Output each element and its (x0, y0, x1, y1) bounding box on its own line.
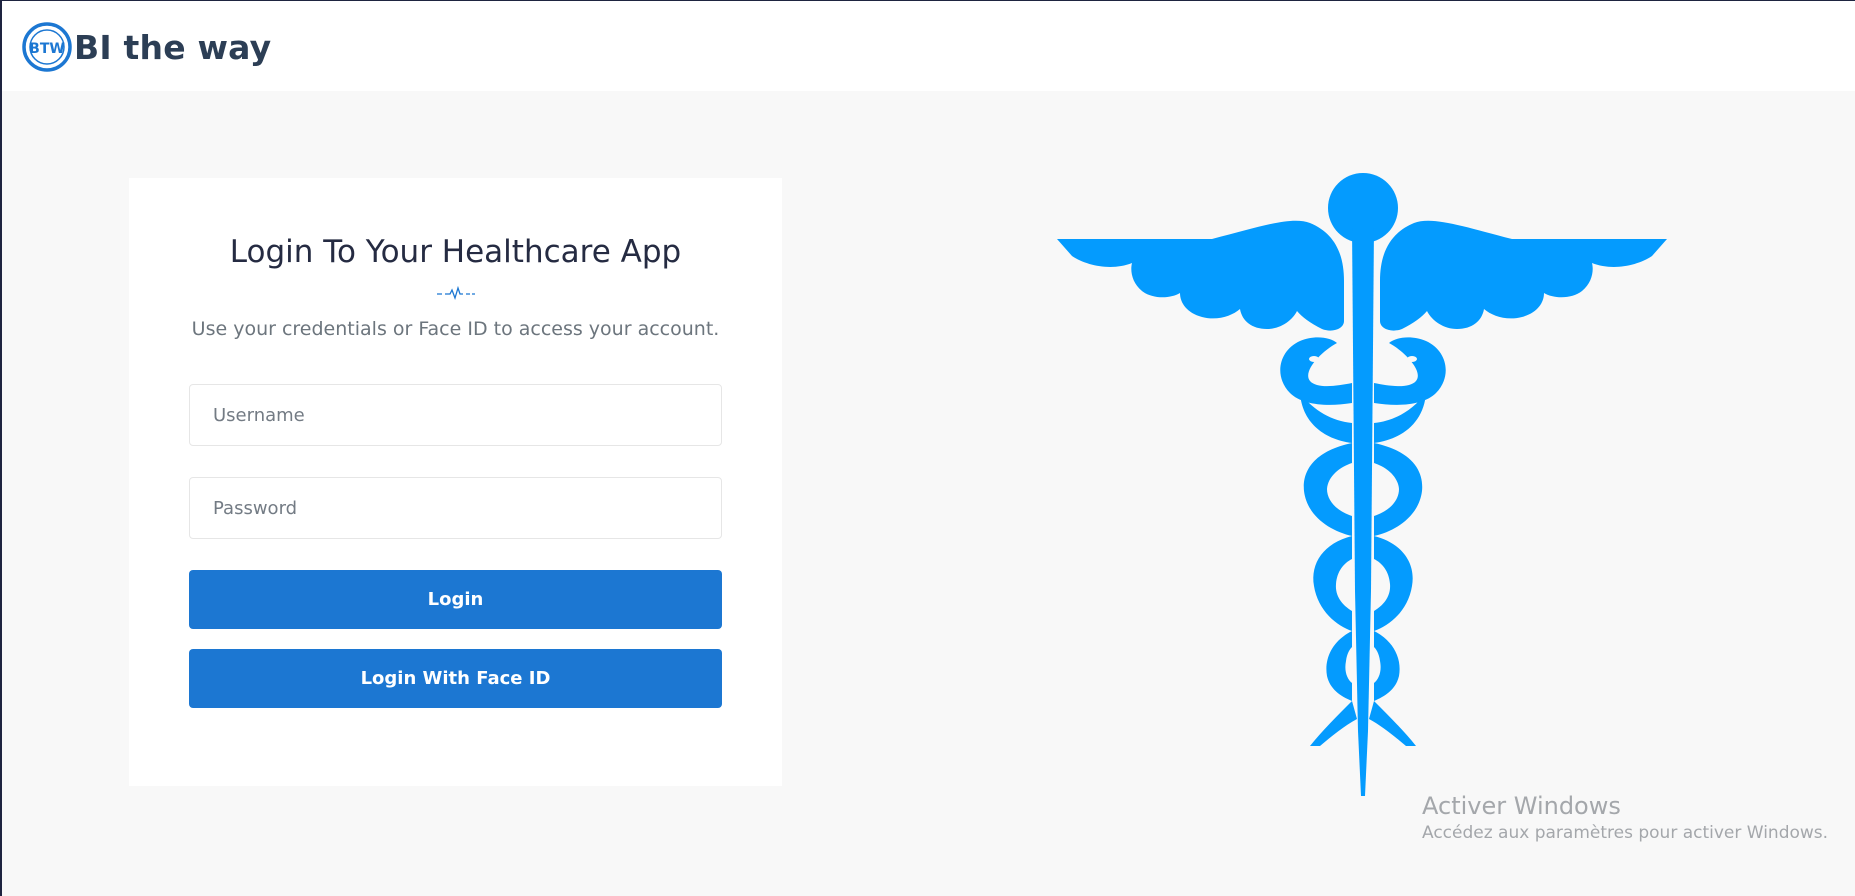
login-card: Login To Your Healthcare App Use your cr… (129, 178, 782, 786)
caduceus-icon (1057, 173, 1667, 796)
password-input[interactable] (189, 477, 722, 539)
login-button[interactable]: Login (189, 570, 722, 629)
app-name: BI the way (74, 27, 272, 67)
btw-logo-icon: BTW (22, 22, 72, 72)
login-face-id-button[interactable]: Login With Face ID (189, 649, 722, 708)
watermark-subtitle: Accédez aux paramètres pour activer Wind… (1422, 823, 1829, 843)
heartbeat-icon (437, 286, 475, 300)
login-title: Login To Your Healthcare App (229, 234, 682, 270)
logo-text: BTW (29, 41, 65, 57)
watermark-title: Activer Windows (1422, 792, 1621, 820)
login-subtitle: Use your credentials or Face ID to acces… (191, 318, 720, 340)
top-navbar: BTW BI the way (2, 1, 1855, 91)
windows-activation-watermark: Activer Windows Accédez aux paramètres p… (1422, 791, 1828, 843)
username-input[interactable] (189, 384, 722, 446)
brand[interactable]: BTW BI the way (22, 21, 271, 73)
